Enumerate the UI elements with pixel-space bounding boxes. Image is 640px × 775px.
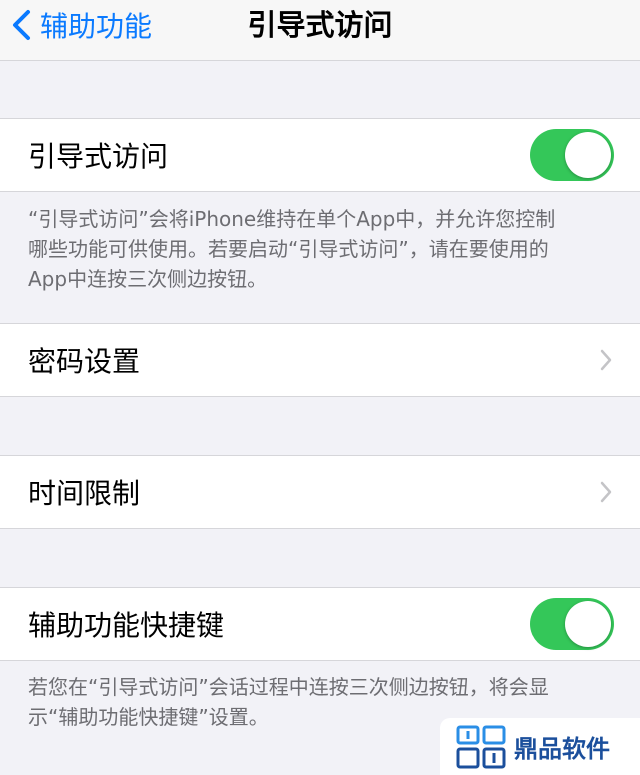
accessibility-shortcut-label: 辅助功能快捷键 (28, 609, 225, 642)
time-limits-row[interactable]: 时间限制 (0, 455, 640, 529)
guided-access-row: 引导式访问 (0, 118, 640, 192)
toggle-knob (565, 132, 611, 178)
logo-icon (456, 725, 506, 768)
footer-line: App中连按三次侧边按钮。 (28, 267, 268, 291)
chevron-right-icon (600, 349, 612, 371)
footer-line: “引导式访问”会将iPhone维持在单个App中，并允许您控制 (28, 207, 556, 231)
accessibility-shortcut-row: 辅助功能快捷键 (0, 587, 640, 661)
page-title: 引导式访问 (247, 8, 393, 42)
guided-access-footer: “引导式访问”会将iPhone维持在单个App中，并允许您控制 哪些功能可供使用… (28, 204, 618, 294)
accessibility-shortcut-toggle[interactable] (530, 598, 614, 650)
toggle-knob (565, 601, 611, 647)
passcode-settings-row[interactable]: 密码设置 (0, 323, 640, 397)
footer-line: 哪些功能可供使用。若要启动“引导式访问”，请在要使用的 (28, 237, 549, 261)
chevron-right-icon (600, 481, 612, 503)
watermark: 鼎品软件 (440, 718, 640, 775)
guided-access-label: 引导式访问 (28, 140, 169, 173)
passcode-settings-label: 密码设置 (28, 345, 141, 378)
footer-line: 若您在“引导式访问”会话过程中连按三次侧边按钮，将会显 (28, 675, 549, 699)
navigation-bar: 辅助功能 引导式访问 (0, 0, 640, 61)
watermark-text: 鼎品软件 (514, 735, 610, 763)
time-limits-label: 时间限制 (28, 477, 141, 510)
guided-access-toggle[interactable] (530, 129, 614, 181)
